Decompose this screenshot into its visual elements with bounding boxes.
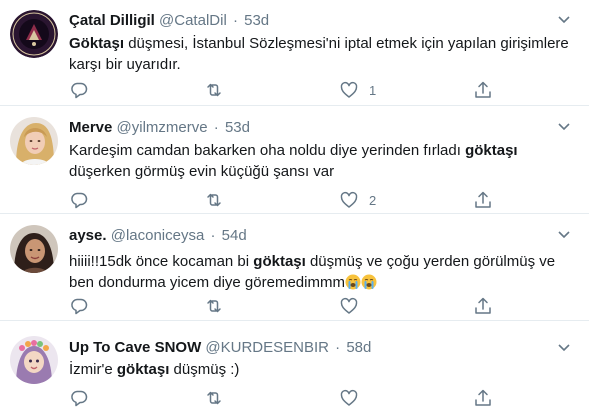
separator-dot: ·: [210, 227, 216, 244]
tweet-text: Göktaşı düşmesi, İstanbul Sözleşmesi'ni …: [69, 33, 574, 75]
display-name[interactable]: Merve: [69, 119, 112, 136]
tweet-header: Up To Cave SNOW @KURDESENBIR · 58d: [69, 338, 371, 357]
tweet-timestamp[interactable]: 54d: [222, 227, 247, 244]
tweet-timeline: Çatal Dilligil @CatalDil · 53d Göktaşı d…: [0, 0, 589, 415]
share-icon: [475, 81, 491, 98]
tweet-text: hiiii!!15dk önce kocaman bi göktaşı düşm…: [69, 251, 574, 293]
share-icon: [475, 389, 491, 406]
chevron-down-icon: [558, 344, 570, 352]
retweet-icon: [207, 391, 221, 405]
more-options-button[interactable]: [557, 12, 571, 26]
retweet-icon: [207, 83, 221, 97]
reply-icon: [71, 390, 88, 407]
like-button[interactable]: 2: [339, 190, 376, 210]
user-handle[interactable]: @CatalDil: [159, 12, 227, 29]
like-button[interactable]: [339, 296, 369, 316]
like-count: 1: [369, 82, 377, 98]
heart-icon: [340, 297, 358, 314]
reply-button[interactable]: [69, 80, 99, 100]
tweet-header: Çatal Dilligil @CatalDil · 53d: [69, 11, 269, 30]
avatar-logo-icon: [10, 10, 58, 58]
more-options-button[interactable]: [557, 119, 571, 133]
reply-button[interactable]: [69, 190, 99, 210]
tweet[interactable]: Çatal Dilligil @CatalDil · 53d Göktaşı d…: [0, 0, 589, 106]
share-button[interactable]: [473, 190, 493, 210]
separator-dot: ·: [232, 12, 238, 29]
tweet-text-before: İzmir'e: [69, 361, 117, 378]
share-icon: [475, 191, 491, 208]
tweet-actions: 2: [69, 190, 509, 210]
tweet-text: Kardeşim camdan bakarken oha noldu diye …: [69, 140, 574, 182]
share-button[interactable]: [473, 296, 493, 316]
chevron-down-icon: [558, 16, 570, 24]
reply-icon: [71, 192, 88, 209]
heart-icon: [340, 191, 358, 208]
avatar[interactable]: [10, 225, 58, 273]
user-handle[interactable]: @yilmzmerve: [117, 119, 208, 136]
tweet-timestamp[interactable]: 58d: [346, 339, 371, 356]
display-name[interactable]: Up To Cave SNOW: [69, 339, 201, 356]
reply-icon: [71, 82, 88, 99]
search-highlight: göktaşı: [116, 361, 170, 378]
retweet-button[interactable]: [204, 388, 234, 408]
share-button[interactable]: [473, 388, 493, 408]
avatar[interactable]: [10, 336, 58, 384]
more-options-button[interactable]: [557, 340, 571, 354]
avatar-illustration-icon: [10, 336, 58, 384]
more-options-button[interactable]: [557, 227, 571, 241]
separator-dot: ·: [335, 339, 341, 356]
search-highlight: göktaşı: [465, 142, 518, 159]
user-handle[interactable]: @KURDESENBIR: [205, 339, 329, 356]
retweet-button[interactable]: [204, 190, 234, 210]
search-highlight: göktaşı: [253, 253, 306, 270]
tweet-text-before: hiiii!!15dk önce kocaman bi: [69, 253, 254, 270]
reply-button[interactable]: [69, 388, 99, 408]
tweet-text-after: düşmüş :): [169, 361, 240, 378]
retweet-button[interactable]: [204, 80, 234, 100]
tweet-header: ayse. @laconiceysa · 54d: [69, 226, 247, 245]
tweet-text: İzmir'e göktaşı düşmüş :): [69, 359, 574, 380]
reply-button[interactable]: [69, 296, 99, 316]
tweet-header: Merve @yilmzmerve · 53d: [69, 118, 250, 137]
heart-icon: [340, 81, 358, 98]
loudly-crying-face-emoji: [345, 274, 361, 290]
tweet-actions: [69, 388, 509, 408]
search-highlight: Göktaşı: [69, 35, 125, 52]
retweet-button[interactable]: [204, 296, 234, 316]
reply-icon: [71, 298, 88, 315]
tweet-text-before: Kardeşim camdan bakarken oha noldu diye …: [69, 142, 466, 159]
avatar[interactable]: [10, 10, 58, 58]
heart-icon: [340, 389, 358, 406]
like-count: 2: [369, 192, 377, 208]
retweet-icon: [207, 299, 221, 313]
tweet[interactable]: Merve @yilmzmerve · 53d Kardeşim camdan …: [0, 107, 589, 214]
display-name[interactable]: Çatal Dilligil: [69, 12, 155, 29]
chevron-down-icon: [558, 231, 570, 239]
avatar-photo-icon: [10, 117, 58, 165]
like-button[interactable]: [339, 388, 369, 408]
retweet-icon: [207, 193, 221, 207]
tweet-text-after: düşmesi, İstanbul Sözleşmesi'ni iptal et…: [69, 35, 569, 73]
share-icon: [475, 297, 491, 314]
avatar-photo-icon: [10, 225, 58, 273]
tweet[interactable]: Up To Cave SNOW @KURDESENBIR · 58d İzmir…: [0, 322, 589, 415]
tweet-actions: [69, 296, 509, 316]
loudly-crying-face-emoji: [361, 274, 377, 290]
tweet[interactable]: ayse. @laconiceysa · 54d hiiii!!15dk önc…: [0, 215, 589, 321]
share-button[interactable]: [473, 80, 493, 100]
tweet-actions: 1: [69, 80, 509, 100]
display-name[interactable]: ayse.: [69, 227, 107, 244]
tweet-text-after: düşerken görmüş evin küçüğü şansı var: [69, 163, 335, 180]
like-button[interactable]: 1: [339, 80, 376, 100]
user-handle[interactable]: @laconiceysa: [111, 227, 205, 244]
separator-dot: ·: [213, 119, 219, 136]
chevron-down-icon: [558, 123, 570, 131]
avatar[interactable]: [10, 117, 58, 165]
tweet-timestamp[interactable]: 53d: [244, 12, 269, 29]
tweet-timestamp[interactable]: 53d: [225, 119, 250, 136]
